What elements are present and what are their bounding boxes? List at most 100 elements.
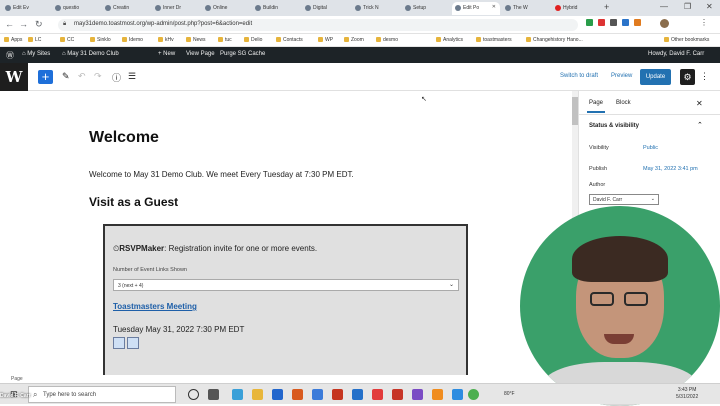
app-icon[interactable] (432, 389, 443, 400)
app-icon[interactable] (292, 389, 303, 400)
app-icon[interactable] (392, 389, 403, 400)
bookmark-item[interactable]: Analytics (436, 37, 463, 43)
extension-icon[interactable] (622, 19, 629, 26)
address-bar[interactable]: 🔒︎ may31demo.toastmost.org/wp-admin/post… (58, 19, 578, 31)
close-sidebar-icon[interactable]: ✕ (696, 99, 703, 108)
app-icon[interactable] (412, 389, 423, 400)
browser-tab[interactable]: Inner Dr (152, 2, 200, 15)
bookmark-item[interactable]: LC (28, 37, 41, 43)
settings-gear-icon[interactable]: ⚙ (680, 69, 695, 85)
extension-icon[interactable] (598, 19, 605, 26)
browser-menu-icon[interactable]: ⋮ (700, 18, 708, 27)
forward-icon[interactable]: → (19, 19, 28, 29)
browser-tab[interactable]: Setup (402, 2, 450, 15)
author-select[interactable]: David F. Carr ⌄ (589, 194, 659, 205)
browser-tab-active[interactable]: Edit Po ✕ (452, 2, 500, 15)
minimize-icon[interactable]: — (660, 2, 668, 11)
add-to-calendar-icon[interactable] (113, 337, 125, 349)
browser-tab[interactable]: Buildin (252, 2, 300, 15)
chrome-icon[interactable] (468, 389, 479, 400)
app-icon[interactable] (312, 389, 323, 400)
close-tab-icon[interactable]: ✕ (492, 4, 496, 10)
update-button[interactable]: Update (640, 69, 671, 85)
tab-page[interactable]: Page (589, 100, 603, 106)
undo-icon[interactable]: ↶ (78, 71, 86, 82)
browser-tab[interactable]: Trick N (352, 2, 400, 15)
page-title[interactable]: Welcome (89, 129, 159, 147)
status-visibility-panel-title[interactable]: Status & visibility (589, 123, 639, 129)
tab-block[interactable]: Block (616, 100, 631, 106)
redo-icon[interactable]: ↷ (94, 71, 102, 82)
purge-cache-link[interactable]: Purge SG Cache (220, 51, 265, 57)
add-block-button[interactable]: + (38, 70, 53, 84)
extension-icon[interactable] (610, 19, 617, 26)
app-icon[interactable] (372, 389, 383, 400)
wordpress-logo-icon[interactable]: Ⓦ (6, 50, 14, 61)
taskbar-search[interactable]: ⌕ Type here to search (28, 386, 176, 403)
my-sites-link[interactable]: ⌂ My Sites (22, 51, 50, 57)
app-icon[interactable] (232, 389, 243, 400)
chevron-up-icon[interactable]: ⌃ (697, 121, 703, 129)
new-link[interactable]: + New (158, 51, 175, 57)
bookmark-item[interactable]: Contacts (276, 37, 303, 43)
rsvpmaker-block[interactable]: ⏲︎RSVPMaker: Registration invite for one… (103, 224, 468, 381)
list-view-icon[interactable]: ☰ (128, 71, 136, 82)
breadcrumb[interactable]: Page (11, 376, 23, 382)
info-icon[interactable]: ⓘ (112, 71, 121, 84)
cortana-icon[interactable] (188, 389, 199, 400)
visibility-value[interactable]: Public (643, 145, 658, 151)
browser-tab[interactable]: questio (52, 2, 100, 15)
taskbar-clock[interactable]: 3:43 PM 5/31/2022 (676, 387, 698, 401)
bookmark-item[interactable]: Changehistory Hano... (526, 37, 583, 43)
paragraph-block[interactable]: Welcome to May 31 Demo Club. We meet Eve… (89, 170, 354, 179)
event-link[interactable]: Toastmasters Meeting (113, 302, 197, 311)
browser-tab[interactable]: Online (202, 2, 250, 15)
reload-icon[interactable]: ↻ (35, 19, 43, 30)
weather-temp[interactable]: 80°F (504, 391, 515, 397)
bookmark-item[interactable]: desmo (376, 37, 398, 43)
howdy-user[interactable]: Howdy, David F. Carr (648, 51, 704, 57)
bookmark-item[interactable]: CC (60, 37, 74, 43)
app-icon[interactable] (272, 389, 283, 400)
browser-tab[interactable]: Digital (302, 2, 350, 15)
folder-icon (344, 37, 349, 42)
profile-avatar[interactable] (660, 19, 669, 28)
bookmark-item[interactable]: Zoom (344, 37, 364, 43)
bookmark-item[interactable]: WP (318, 37, 333, 43)
bookmark-item[interactable]: toastmasters (476, 37, 512, 43)
browser-tab[interactable]: The W (502, 2, 550, 15)
events-count-select[interactable]: 3 (next + 4) ⌄ (113, 279, 459, 291)
file-explorer-icon[interactable] (252, 389, 263, 400)
calendar-icon[interactable] (127, 337, 139, 349)
close-window-icon[interactable]: ✕ (706, 2, 713, 11)
publish-value[interactable]: May 31, 2022 3:41 pm (643, 166, 698, 172)
browser-tab[interactable]: Hybrid (552, 2, 600, 15)
app-icon[interactable] (332, 389, 343, 400)
bookmark-item[interactable]: tuc (218, 37, 232, 43)
view-page-link[interactable]: View Page (186, 51, 215, 57)
extension-icon[interactable] (634, 19, 641, 26)
preview-button[interactable]: Preview (611, 73, 632, 79)
pencil-icon[interactable]: ✎ (62, 71, 70, 82)
vscode-icon[interactable] (352, 389, 363, 400)
bookmark-item[interactable]: Delio (244, 37, 262, 43)
wordpress-logo-icon[interactable]: W (0, 63, 28, 91)
bookmark-item[interactable]: Sinklo (90, 37, 111, 43)
bookmark-item[interactable]: kHv (158, 37, 174, 43)
heading-block[interactable]: Visit as a Guest (89, 195, 178, 209)
back-icon[interactable]: ← (5, 19, 14, 29)
other-bookmarks[interactable]: Other bookmarks (664, 37, 709, 43)
more-options-icon[interactable]: ⋮ (700, 71, 709, 82)
maximize-icon[interactable]: ❐ (684, 2, 691, 11)
switch-to-draft-button[interactable]: Switch to draft (560, 73, 598, 79)
new-tab-icon[interactable]: + (604, 2, 609, 12)
bookmark-item[interactable]: Idemo (122, 37, 143, 43)
task-view-icon[interactable] (208, 389, 219, 400)
bookmark-item[interactable]: News (186, 37, 206, 43)
app-icon[interactable] (452, 389, 463, 400)
bookmark-item[interactable]: Apps (4, 37, 22, 43)
extension-icon[interactable] (586, 19, 593, 26)
browser-tab[interactable]: Edit Ev (2, 2, 50, 15)
browser-tab[interactable]: Creatin (102, 2, 150, 15)
site-name-link[interactable]: ⌂ May 31 Demo Club (62, 51, 119, 57)
